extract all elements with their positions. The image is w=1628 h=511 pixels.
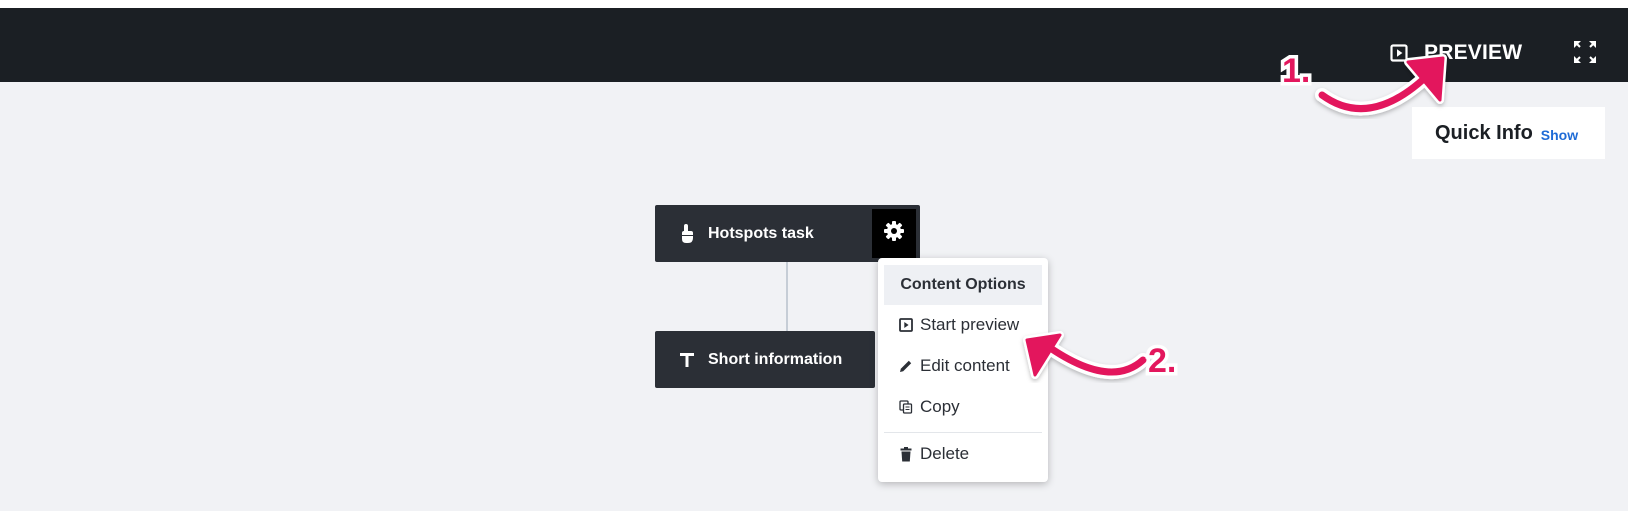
node-label: Short information xyxy=(708,350,843,368)
menu-item-label: Start preview xyxy=(920,315,1020,334)
quick-info-title: Quick Info xyxy=(1435,121,1533,144)
editor-canvas xyxy=(0,82,1628,511)
menu-item-edit-content[interactable]: Edit content xyxy=(878,346,1048,386)
top-toolbar: PREVIEW xyxy=(0,8,1628,82)
node-connector xyxy=(786,262,788,331)
hand-pointer-icon xyxy=(672,223,702,245)
fullscreen-button[interactable] xyxy=(1572,39,1598,70)
node-settings-button[interactable] xyxy=(872,209,916,258)
quick-info-show-link[interactable]: Show xyxy=(1541,127,1578,143)
node-short-information[interactable]: Short information xyxy=(655,331,875,388)
node-label: Hotspots task xyxy=(708,224,814,242)
fullscreen-icon xyxy=(1572,41,1598,69)
menu-item-label: Edit content xyxy=(920,356,1010,375)
preview-label: PREVIEW xyxy=(1424,41,1523,64)
quick-info-panel: Quick Info Show xyxy=(1412,107,1605,159)
menu-item-label: Delete xyxy=(920,444,970,463)
menu-item-delete[interactable]: Delete xyxy=(878,434,1048,474)
menu-item-label: Copy xyxy=(920,397,960,416)
gear-icon xyxy=(883,220,905,247)
content-options-menu: Content Options Start preview Edit conte… xyxy=(878,258,1048,482)
menu-header: Content Options xyxy=(884,265,1042,305)
preview-button[interactable]: PREVIEW xyxy=(1390,38,1522,68)
play-square-icon xyxy=(898,318,914,332)
menu-item-start-preview[interactable]: Start preview xyxy=(878,305,1048,345)
play-square-icon xyxy=(1390,44,1408,62)
menu-divider xyxy=(884,432,1042,433)
trash-icon xyxy=(898,446,914,462)
text-icon xyxy=(672,352,702,368)
pencil-icon xyxy=(898,359,914,373)
menu-item-copy[interactable]: Copy xyxy=(878,387,1048,427)
copy-icon xyxy=(898,400,914,414)
